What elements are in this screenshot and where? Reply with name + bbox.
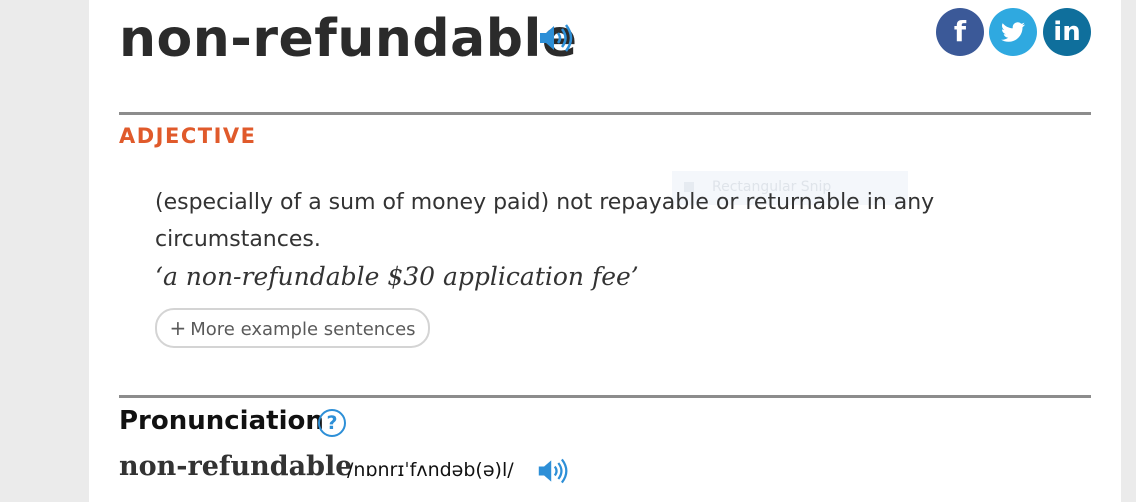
twitter-bird-icon (1001, 22, 1025, 42)
speaker-icon[interactable] (538, 23, 574, 53)
plus-icon: + (169, 316, 187, 340)
linkedin-label: in (1053, 17, 1081, 47)
more-examples-label: More example sentences (190, 319, 416, 340)
example-sentence: ‘a non-refundable $30 application fee’ (155, 262, 639, 291)
ipa-transcription: /nɒnrɪˈfʌndəb(ə)l/ (347, 459, 514, 481)
entry-card: non-refundable f in ADJECTIVE Rectangula… (89, 0, 1121, 502)
speaker-icon[interactable] (537, 457, 569, 485)
section-divider (119, 395, 1091, 398)
help-icon[interactable]: ? (318, 409, 346, 437)
headword: non-refundable (119, 9, 578, 69)
pronunciation-word: non-refundable (119, 451, 353, 482)
twitter-share-icon[interactable] (989, 8, 1037, 56)
more-example-sentences-button[interactable]: + More example sentences (155, 308, 430, 348)
linkedin-share-icon[interactable]: in (1043, 8, 1091, 56)
definition-text: (especially of a sum of money paid) not … (155, 190, 935, 252)
pronunciation-heading: Pronunciation (119, 406, 324, 436)
part-of-speech: ADJECTIVE (119, 124, 257, 148)
facebook-label: f (953, 15, 967, 48)
facebook-share-icon[interactable]: f (936, 8, 984, 56)
section-divider (119, 112, 1091, 115)
